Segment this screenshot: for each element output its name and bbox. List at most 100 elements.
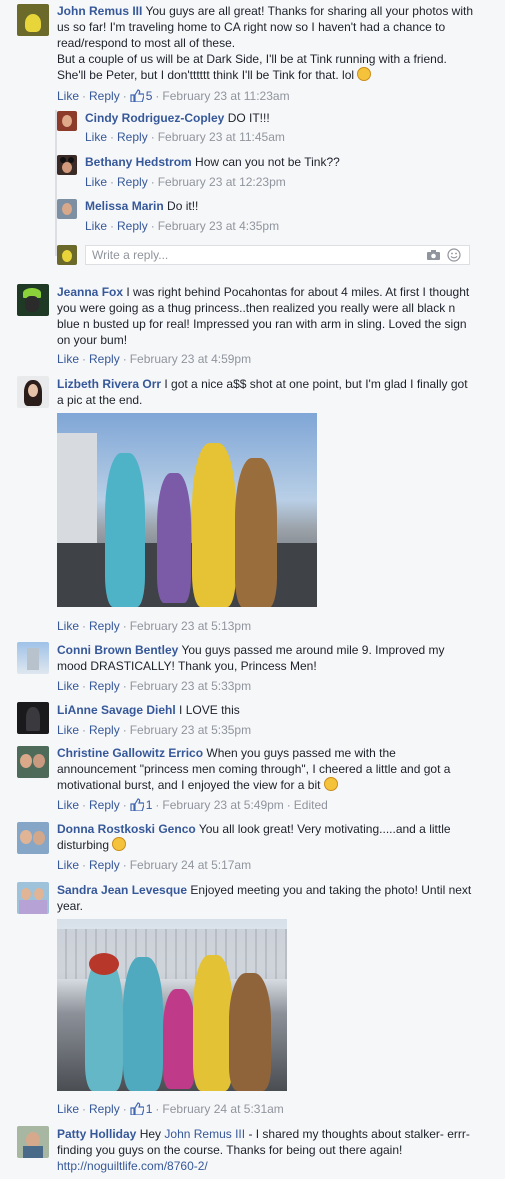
timestamp[interactable]: February 23 at 4:59pm [130,352,251,366]
avatar[interactable] [17,284,49,316]
like-button[interactable]: Like [57,798,79,812]
reply-input[interactable]: Write a reply... [85,245,470,265]
comment-actions: Like · Reply · 1 · February 23 at 5:49pm · Edite… [57,798,328,812]
camera-icon[interactable] [426,249,441,261]
reply-button[interactable]: Reply [89,619,120,633]
avatar[interactable] [17,376,49,408]
commenter-name[interactable]: LiAnne Savage Diehl [57,703,176,717]
comment-body: Sandra Jean Levesque Enjoyed meeting you… [57,882,477,914]
avatar[interactable] [57,111,77,131]
like-button[interactable]: Like [85,130,107,144]
comment-body: Christine Gallowitz Errico When you guys… [57,745,477,793]
commenter-name[interactable]: Donna Rostkoski Genco [57,822,196,836]
timestamp[interactable]: February 23 at 5:49pm [162,798,283,812]
comment-body: Donna Rostkoski Genco You all look great… [57,821,477,853]
like-button[interactable]: Like [85,219,107,233]
commenter-name[interactable]: Jeanna Fox [57,285,123,299]
commenter-name[interactable]: Bethany Hedstrom [85,155,192,169]
thumbs-up-icon [130,89,144,102]
like-button[interactable]: Like [57,679,79,693]
timestamp[interactable]: February 23 at 5:33pm [130,679,251,693]
comment-text: Do it!! [167,199,199,213]
reply-button[interactable]: Reply [117,219,148,233]
reply-body: Cindy Rodriguez-Copley DO IT!!! [85,110,475,126]
commenter-name[interactable]: Christine Gallowitz Errico [57,746,203,760]
comment-body: LiAnne Savage Diehl I LOVE this [57,702,477,718]
comment-photo[interactable] [57,413,317,607]
comment-body: Lizbeth Rivera Orr I got a nice a$$ shot… [57,376,477,408]
comment-actions: Like · Reply · 5 · February 23 at 11:23am [57,89,290,103]
like-button[interactable]: Like [57,1102,79,1116]
avatar[interactable] [17,4,49,36]
thumbs-up-icon [130,1102,144,1115]
avatar[interactable] [17,882,49,914]
commenter-name[interactable]: Conni Brown Bentley [57,643,178,657]
like-button[interactable]: Like [57,89,79,103]
comment-actions: Like · Reply · February 23 at 4:59pm [57,352,252,366]
timestamp[interactable]: February 23 at 5:35pm [130,723,251,737]
comment-body: Patty Holliday Hey John Remus III - I sh… [57,1126,477,1174]
comment-actions: Like · Reply · 1 · February 24 at 5:31am [57,1102,284,1116]
commenter-name[interactable]: Cindy Rodriguez-Copley [85,111,224,125]
commenter-name[interactable]: Patty Holliday [57,1127,136,1141]
commenter-name[interactable]: Lizbeth Rivera Orr [57,377,161,391]
comment-actions: Like · Reply · February 23 at 12:23pm [85,175,286,189]
emoji-icon[interactable] [447,248,461,262]
commenter-name[interactable]: Sandra Jean Levesque [57,883,187,897]
comment-actions: Like · Reply · February 24 at 5:17am [57,858,252,872]
timestamp[interactable]: February 23 at 5:13pm [130,619,251,633]
timestamp[interactable]: February 24 at 5:31am [162,1102,283,1116]
like-button[interactable]: Like [57,352,79,366]
timestamp[interactable]: February 23 at 11:23am [162,89,289,103]
reply-button[interactable]: Reply [89,679,120,693]
timestamp[interactable]: February 23 at 4:35pm [158,219,279,233]
reply-button[interactable]: Reply [89,723,120,737]
avatar[interactable] [57,155,77,175]
comment-actions: Like · Reply · February 23 at 5:35pm [57,723,252,737]
thumbs-up-icon [130,798,144,811]
avatar[interactable] [57,199,77,219]
reply-button[interactable]: Reply [89,798,120,812]
comment-text: Hey [139,1127,162,1141]
like-count[interactable]: 1 [130,1102,152,1116]
commenter-name[interactable]: John Remus III [57,4,142,18]
reply-button[interactable]: Reply [89,352,120,366]
reply-button[interactable]: Reply [117,175,148,189]
timestamp[interactable]: February 23 at 12:23pm [158,175,286,189]
like-button[interactable]: Like [57,619,79,633]
like-button[interactable]: Like [85,175,107,189]
reply-button[interactable]: Reply [89,89,120,103]
avatar [57,245,77,265]
comment-actions: Like · Reply · February 23 at 5:13pm [57,619,252,633]
like-button[interactable]: Like [57,858,79,872]
comment-actions: Like · Reply · February 23 at 5:33pm [57,679,252,693]
like-button[interactable]: Like [57,723,79,737]
comment-actions: Like · Reply · February 23 at 11:45am [85,130,285,144]
url-link[interactable]: http://noguiltlife.com/8760-2/ [57,1159,208,1173]
edited-label[interactable]: Edited [294,798,328,812]
comment-actions: Like · Reply · February 23 at 4:35pm [85,219,280,233]
comment-body: Jeanna Fox I was right behind Pocahontas… [57,284,477,348]
reply-button[interactable]: Reply [89,1102,120,1116]
reply-input-placeholder: Write a reply... [92,248,169,262]
like-count[interactable]: 5 [130,89,152,103]
timestamp[interactable]: February 23 at 11:45am [158,130,285,144]
comment-text: How can you not be Tink?? [195,155,340,169]
commenter-name[interactable]: Melissa Marin [85,199,164,213]
avatar[interactable] [17,702,49,734]
comment-text: DO IT!!! [227,111,270,125]
timestamp[interactable]: February 24 at 5:17am [130,858,251,872]
comment-body: John Remus III You guys are all great! T… [57,3,477,83]
emoji-icon [357,67,372,81]
comment-text: But a couple of us will be at Dark Side,… [57,52,447,82]
avatar[interactable] [17,642,49,674]
reply-button[interactable]: Reply [117,130,148,144]
avatar[interactable] [17,746,49,778]
avatar[interactable] [17,1126,49,1158]
like-count[interactable]: 1 [130,798,152,812]
comment-text: I LOVE this [179,703,240,717]
reply-button[interactable]: Reply [89,858,120,872]
avatar[interactable] [17,822,49,854]
comment-photo[interactable] [57,919,287,1091]
mention-link[interactable]: John Remus III [164,1127,245,1141]
